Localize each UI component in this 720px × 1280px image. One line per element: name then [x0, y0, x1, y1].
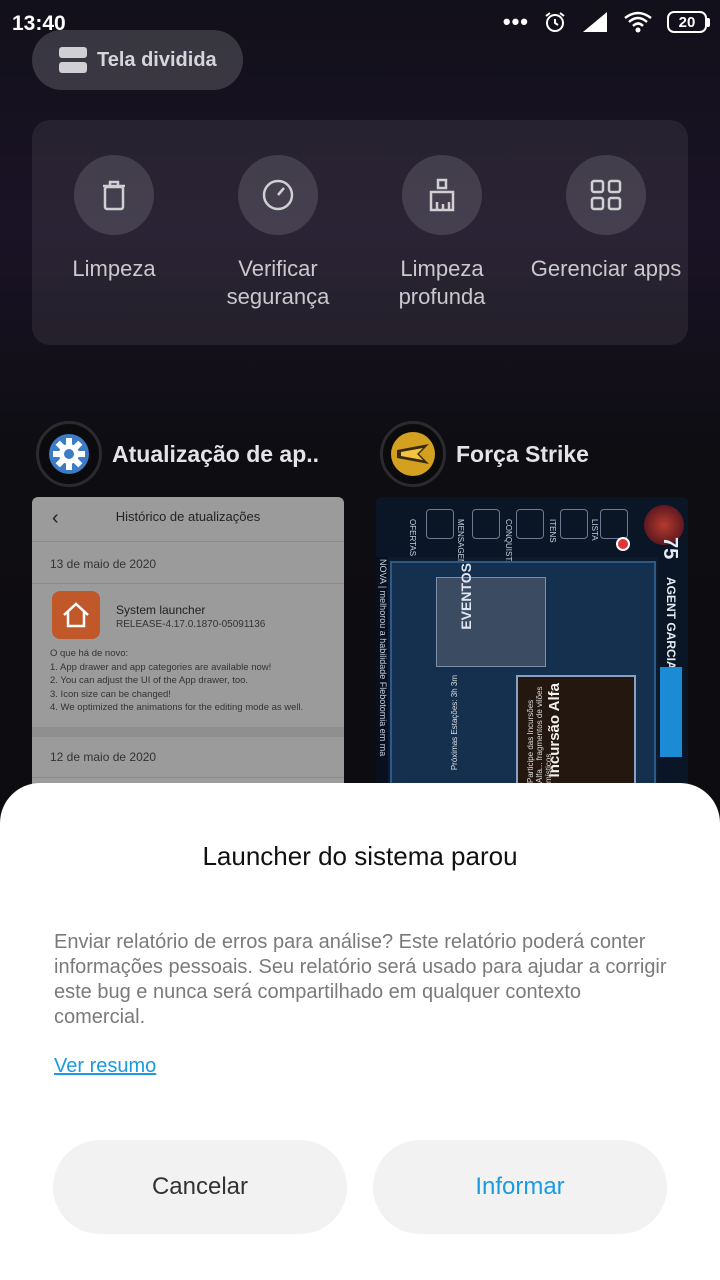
alarm-icon: [545, 12, 565, 32]
grid-apps-icon: [566, 155, 646, 235]
recent-app-header-updater[interactable]: Atualização de ap..: [36, 421, 319, 487]
recent-app-preview-game[interactable]: OFERTAS MENSAGENS CONQUISTAS ITENS LISTA…: [376, 497, 688, 797]
preview-release: RELEASE-4.17.0.1870-05091136: [116, 619, 266, 630]
split-screen-icon: [59, 47, 87, 73]
tool-manage-apps[interactable]: Gerenciar apps: [524, 155, 688, 283]
recent-app-header-game[interactable]: Força Strike: [380, 421, 589, 487]
preview-date: 13 de maio de 2020: [50, 557, 157, 571]
game-character-card: [436, 577, 546, 667]
preview-date: 12 de maio de 2020: [50, 750, 157, 764]
tool-deep-clean[interactable]: Limpeza profunda: [360, 155, 524, 311]
game-ticker: NOVA | melhorou a habilidade Flebotomia …: [378, 559, 388, 757]
dialog-message: Enviar relatório de erros para análise? …: [54, 931, 667, 1028]
gear-icon: [36, 421, 102, 487]
crash-report-dialog: Launcher do sistema parou Enviar relatór…: [0, 783, 720, 1280]
game-agent-name: AGENT GARCIA: [664, 577, 678, 670]
tool-security-check[interactable]: Verificar segurança: [196, 155, 360, 311]
report-button[interactable]: Informar: [373, 1140, 667, 1234]
dialog-title: Launcher do sistema parou: [202, 841, 518, 871]
recent-app-preview-updater[interactable]: ‹ Histórico de atualizações 13 de maio d…: [32, 497, 344, 797]
game-next-stage: Próximas Estações: 3h 3m: [450, 675, 459, 771]
view-summary-link[interactable]: Ver resumo: [54, 1055, 156, 1078]
quick-tools-panel: Limpeza Verificar segurança Limpeza prof…: [32, 120, 688, 345]
tool-label: Limpeza: [72, 256, 156, 281]
recent-app-title: Atualização de ap..: [112, 440, 320, 467]
game-events-label: EVENTOS: [458, 563, 474, 630]
status-icons: ••• 20: [503, 10, 710, 34]
wifi-icon: [624, 11, 652, 33]
game-incursion-text: Participe das Incursões Alfa... fragment…: [526, 686, 553, 784]
split-screen-button[interactable]: Tela dividida: [32, 30, 243, 90]
signal-icon: [583, 12, 607, 32]
battery-indicator: 20: [667, 11, 710, 33]
battery-level: 20: [667, 11, 707, 33]
preview-notes: O que há de novo: 1. App drawer and app …: [50, 648, 304, 713]
split-screen-label: Tela dividida: [97, 48, 217, 71]
tool-cleanup[interactable]: Limpeza: [32, 155, 196, 283]
trash-icon: [74, 155, 154, 235]
game-level: 75: [659, 537, 681, 560]
security-check-icon: [238, 155, 318, 235]
home-icon: [52, 591, 100, 639]
tool-label: Gerenciar apps: [530, 256, 682, 281]
recent-app-title: Força Strike: [456, 440, 589, 467]
deep-clean-icon: [402, 155, 482, 235]
notification-dot: [616, 537, 630, 551]
more-dots-icon: •••: [502, 9, 529, 34]
tool-label: Verificar segurança: [226, 256, 330, 309]
cancel-button[interactable]: Cancelar: [53, 1140, 347, 1234]
tool-label: Limpeza profunda: [398, 256, 486, 309]
preview-title: Histórico de atualizações: [115, 509, 261, 524]
game-logo-icon: [380, 421, 446, 487]
preview-app-name: System launcher: [116, 603, 206, 617]
